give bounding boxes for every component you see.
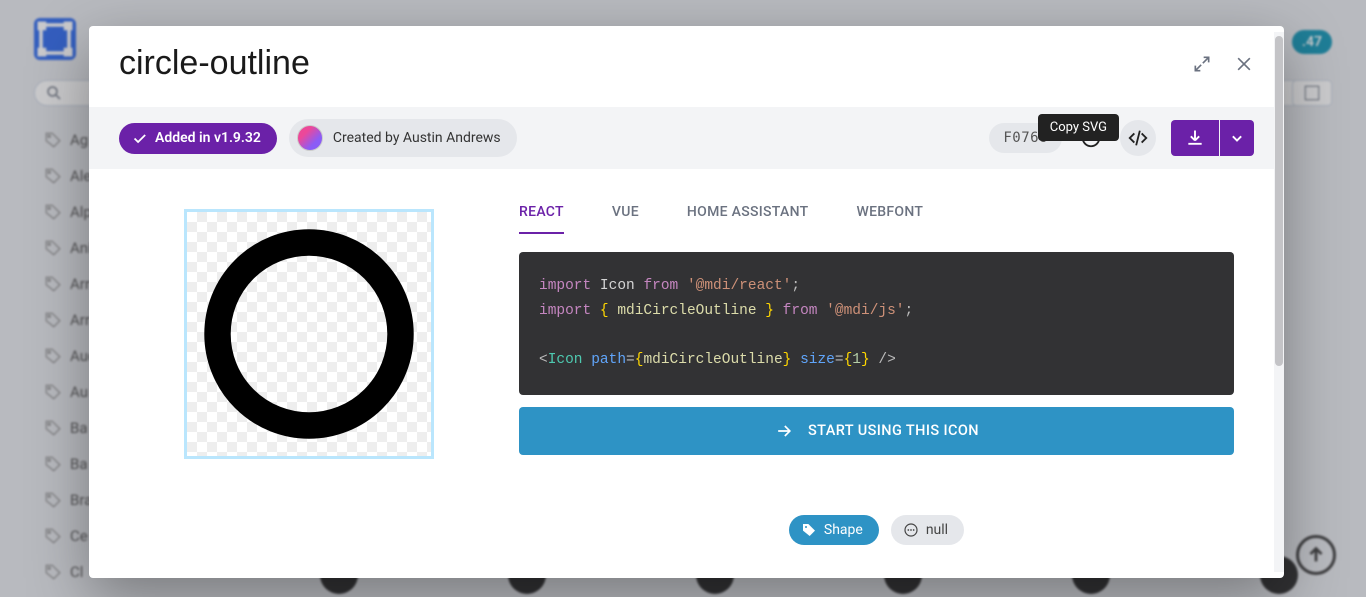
code-snippet[interactable]: import Icon from '@mdi/react'; import { … — [519, 252, 1234, 395]
modal-header: circle-outline — [89, 26, 1284, 107]
start-using-button[interactable]: START USING THIS ICON — [519, 407, 1234, 455]
framework-tabs: REACT VUE HOME ASSISTANT WEBFONT — [519, 194, 1234, 234]
dots-horizontal-circle-icon — [903, 522, 919, 538]
expand-icon — [1192, 54, 1212, 74]
icon-detail-modal: Copy SVG circle-outline Added in v1.9.32… — [89, 26, 1284, 578]
fullscreen-button[interactable] — [1192, 54, 1212, 74]
tag-label: null — [926, 522, 948, 538]
tag-null[interactable]: null — [891, 515, 964, 545]
icon-preview-column — [119, 194, 499, 578]
author-chip[interactable]: Created by Austin Andrews — [289, 119, 517, 157]
tab-webfont[interactable]: WEBFONT — [856, 194, 923, 234]
icon-preview — [184, 209, 434, 459]
tags-row: Shape null — [519, 515, 1234, 545]
tag-icon — [801, 522, 817, 538]
close-icon — [1234, 54, 1254, 74]
download-icon — [1185, 128, 1205, 148]
code-icon — [1127, 127, 1149, 149]
arrow-right-icon — [774, 421, 794, 441]
tag-label: Shape — [824, 522, 863, 538]
download-menu-button[interactable] — [1220, 120, 1254, 156]
cta-label: START USING THIS ICON — [808, 422, 979, 439]
tab-vue[interactable]: VUE — [612, 194, 639, 234]
tab-home-assistant[interactable]: HOME ASSISTANT — [687, 194, 809, 234]
chevron-down-icon — [1227, 128, 1247, 148]
avatar — [297, 125, 323, 151]
tooltip-copy-svg: Copy SVG — [1038, 114, 1119, 141]
modal-body: REACT VUE HOME ASSISTANT WEBFONT import … — [89, 169, 1284, 578]
tab-react[interactable]: REACT — [519, 194, 564, 234]
close-button[interactable] — [1234, 54, 1254, 74]
usage-column: REACT VUE HOME ASSISTANT WEBFONT import … — [499, 194, 1254, 578]
circle-outline-preview-icon — [187, 212, 431, 456]
check-icon — [131, 130, 148, 147]
author-label: Created by Austin Andrews — [333, 130, 501, 146]
version-added-badge: Added in v1.9.32 — [119, 123, 277, 154]
download-split-button — [1171, 120, 1254, 156]
version-added-label: Added in v1.9.32 — [155, 130, 261, 146]
copy-svg-button[interactable] — [1120, 120, 1156, 156]
scrollbar-thumb[interactable] — [1275, 36, 1283, 366]
icon-title: circle-outline — [119, 44, 310, 83]
download-button[interactable] — [1171, 120, 1219, 156]
tag-shape[interactable]: Shape — [789, 515, 879, 545]
